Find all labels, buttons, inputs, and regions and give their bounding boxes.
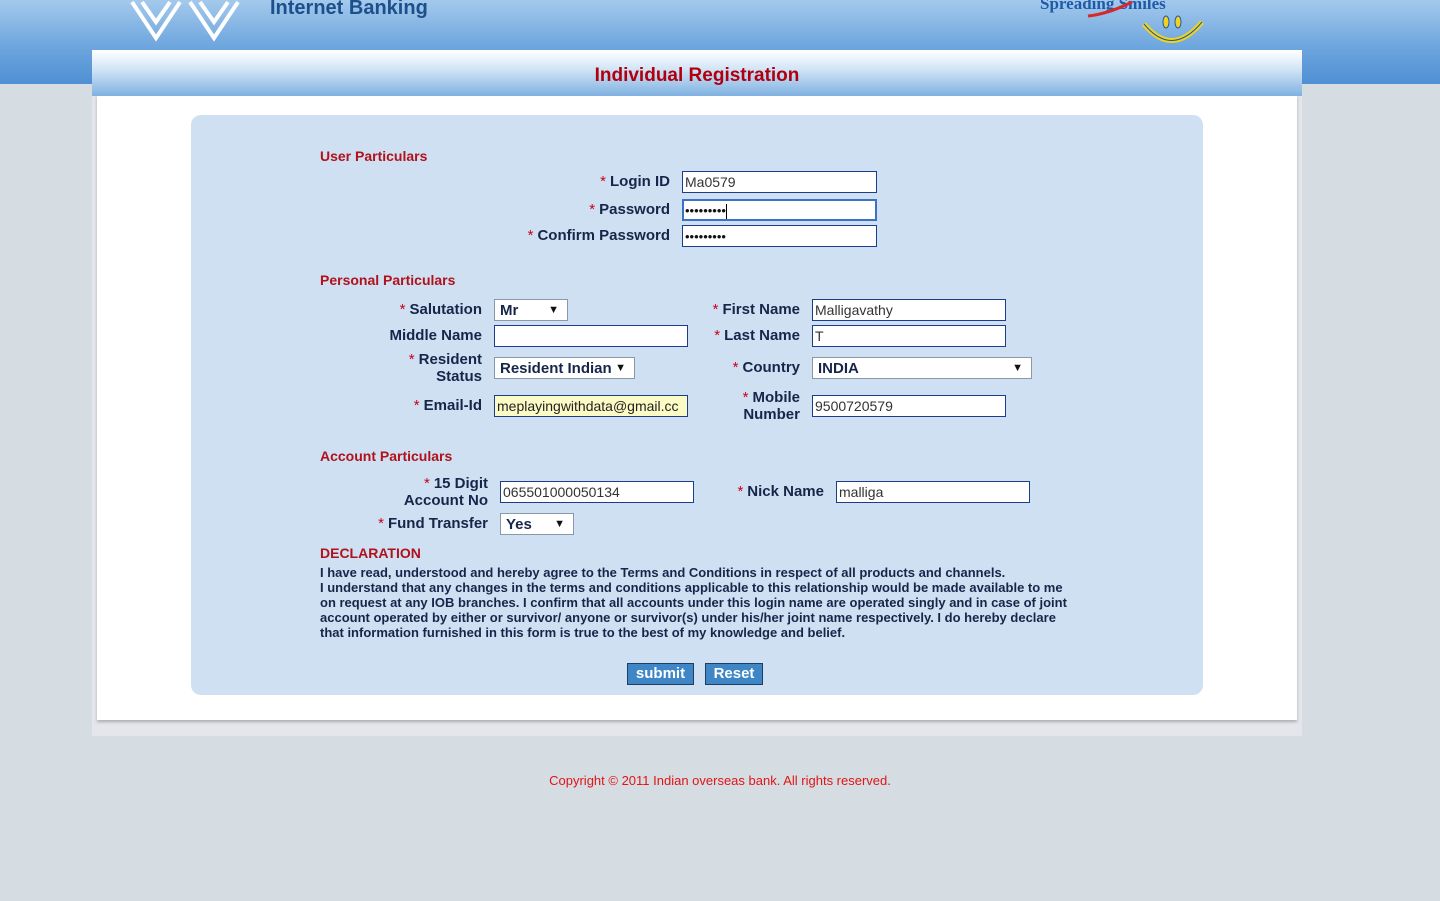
account-number-input[interactable]: 065501000050134 bbox=[500, 481, 694, 503]
email-input[interactable]: meplayingwithdata@gmail.cc bbox=[494, 395, 688, 417]
nick-name-input[interactable]: malliga bbox=[836, 481, 1030, 503]
fund-transfer-select[interactable]: Yes ▼ bbox=[500, 513, 574, 535]
copyright-text: Copyright © 2011 Indian overseas bank. A… bbox=[549, 773, 891, 788]
confirm-password-input[interactable]: ••••••••• bbox=[682, 225, 877, 247]
dropdown-arrow-icon: ▼ bbox=[615, 362, 626, 374]
required-mark: * bbox=[423, 475, 430, 492]
declaration-heading: DECLARATION bbox=[320, 545, 421, 561]
title-bar: Individual Registration bbox=[92, 50, 1302, 96]
required-mark: * bbox=[399, 301, 406, 318]
salutation-select[interactable]: Mr ▼ bbox=[494, 299, 568, 321]
email-label: * Email-Id bbox=[413, 397, 482, 414]
country-select[interactable]: INDIA ▼ bbox=[812, 357, 1032, 379]
required-mark: * bbox=[378, 515, 384, 532]
tagline-swoosh-icon bbox=[1087, 0, 1133, 18]
dropdown-arrow-icon: ▼ bbox=[554, 518, 565, 530]
resident-status-label: * Resident Status bbox=[408, 351, 482, 385]
account-particulars-heading: Account Particulars bbox=[320, 448, 453, 464]
nick-name-label: * Nick Name bbox=[737, 483, 824, 500]
required-mark: * bbox=[742, 389, 749, 406]
dropdown-arrow-icon: ▼ bbox=[1012, 362, 1023, 374]
declaration-line-2: I understand that any changes in the ter… bbox=[320, 580, 1067, 640]
smiley-icon bbox=[1142, 15, 1204, 43]
first-name-label: * First Name bbox=[712, 301, 800, 318]
app-title: Internet Banking bbox=[270, 0, 428, 19]
declaration-text: I have read, understood and hereby agree… bbox=[320, 565, 1080, 640]
middle-name-input[interactable] bbox=[494, 325, 688, 347]
salutation-label: * Salutation bbox=[399, 301, 482, 318]
reset-button[interactable]: Reset bbox=[705, 663, 763, 685]
required-mark: * bbox=[714, 327, 721, 344]
last-name-label: * Last Name bbox=[714, 327, 800, 344]
last-name-input[interactable]: T bbox=[812, 325, 1006, 347]
resident-status-select[interactable]: Resident Indian ▼ bbox=[494, 357, 635, 379]
mobile-number-input[interactable]: 9500720579 bbox=[812, 395, 1006, 417]
login-id-label: * Login ID bbox=[600, 173, 670, 190]
bank-logo-icon bbox=[130, 0, 240, 42]
user-particulars-heading: User Particulars bbox=[320, 148, 428, 164]
required-mark: * bbox=[408, 351, 415, 368]
confirm-password-label: * Confirm Password bbox=[527, 227, 670, 244]
country-label: * Country bbox=[732, 359, 800, 376]
required-mark: * bbox=[732, 359, 739, 376]
declaration-line-1: I have read, understood and hereby agree… bbox=[320, 565, 1006, 580]
login-id-input[interactable]: Ma0579 bbox=[682, 171, 877, 193]
required-mark: * bbox=[600, 173, 606, 190]
required-mark: * bbox=[712, 301, 719, 318]
submit-button[interactable]: submit bbox=[627, 663, 694, 685]
required-mark: * bbox=[589, 201, 596, 218]
dropdown-arrow-icon: ▼ bbox=[548, 304, 559, 316]
account-number-label: * 15 Digit Account No bbox=[403, 475, 488, 509]
text-caret bbox=[725, 203, 727, 219]
first-name-input[interactable]: Malligavathy bbox=[812, 299, 1006, 321]
required-mark: * bbox=[413, 397, 420, 414]
mobile-number-label: * Mobile Number bbox=[742, 389, 800, 423]
fund-transfer-label: * Fund Transfer bbox=[378, 515, 488, 532]
password-label: * Password bbox=[589, 201, 670, 218]
middle-name-label: Middle Name bbox=[389, 327, 482, 344]
password-input[interactable]: ••••••••• bbox=[682, 199, 877, 221]
required-mark: * bbox=[737, 483, 744, 500]
personal-particulars-heading: Personal Particulars bbox=[320, 272, 456, 288]
required-mark: * bbox=[527, 227, 534, 244]
page-title: Individual Registration bbox=[594, 65, 800, 86]
